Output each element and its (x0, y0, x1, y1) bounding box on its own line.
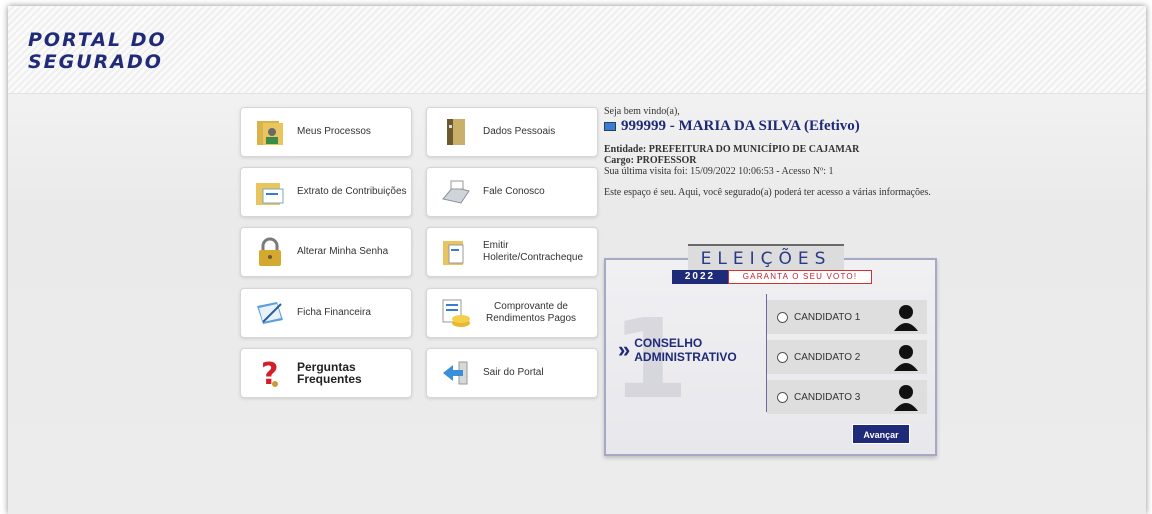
header: PORTAL DO SEGURADO (8, 6, 1146, 94)
candidate-option-2[interactable]: CANDIDATO 2 (767, 340, 927, 374)
logo-line2: SEGURADO (28, 51, 163, 72)
perguntas-frequentes-button[interactable]: ? Perguntas Frequentes (240, 348, 412, 398)
advance-button[interactable]: Avançar (852, 424, 910, 444)
question-icon: ? (253, 356, 287, 392)
comprovante-rendimentos-button[interactable]: Comprovante de Rendimentos Pagos (426, 288, 598, 338)
candidate-label: CANDIDATO 3 (794, 391, 861, 403)
user-name: 999999 - MARIA DA SILVA (Efetivo) (604, 118, 964, 135)
info-text: Este espaço é seu. Aqui, você segurado(a… (604, 187, 931, 198)
fax-icon (439, 175, 473, 209)
last-visit: Sua última visita foi: 15/09/2022 10:06:… (604, 166, 834, 177)
council-line2: ADMINISTRATIVO (634, 350, 737, 364)
comprovante-rendimentos-label: Comprovante de Rendimentos Pagos (485, 301, 577, 324)
council-line1: CONSELHO (634, 336, 703, 350)
coins-document-icon (439, 296, 473, 330)
candidate-label: CANDIDATO 1 (794, 311, 861, 323)
folder-person-icon (253, 115, 287, 149)
perguntas-frequentes-label: Perguntas Frequentes (297, 360, 362, 386)
person-icon (894, 385, 918, 411)
fale-conosco-button[interactable]: Fale Conosco (426, 167, 598, 217)
emitir-holerite-label: Emitir Holerite/Contracheque (483, 240, 584, 263)
sair-portal-label: Sair do Portal (483, 367, 544, 378)
candidate-option-3[interactable]: CANDIDATO 3 (767, 380, 927, 414)
ficha-financeira-button[interactable]: Ficha Financeira (240, 288, 412, 338)
candidate-label: CANDIDATO 2 (794, 351, 861, 363)
meus-processos-button[interactable]: Meus Processos (240, 107, 412, 157)
notebook-pen-icon (253, 296, 287, 330)
person-icon (894, 345, 918, 371)
folder-document-icon (253, 175, 287, 209)
candidate-list: CANDIDATO 1 CANDIDATO 2 CANDIDATO 3 (766, 294, 930, 414)
person-icon (894, 305, 918, 331)
council-heading: » CONSELHO ADMINISTRATIVO (618, 336, 737, 364)
radio-button[interactable] (777, 311, 788, 323)
logo-line1: PORTAL DO (28, 29, 167, 51)
double-chevron-icon: » (618, 337, 631, 362)
ficha-financeira-label: Ficha Financeira (297, 307, 371, 318)
greeting: Seja bem vindo(a), (604, 106, 680, 117)
election-slogan: GARANTA O SEU VOTO! (728, 270, 872, 284)
dados-pessoais-button[interactable]: Dados Pessoais (426, 107, 598, 157)
binder-icon (439, 115, 473, 149)
role: Cargo: PROFESSOR (604, 155, 697, 166)
alterar-senha-label: Alterar Minha Senha (297, 246, 389, 257)
radio-button[interactable] (777, 391, 788, 403)
portal-logo[interactable]: PORTAL DO SEGURADO (26, 28, 216, 73)
election-year: 2022 (672, 270, 728, 284)
lock-icon (253, 235, 287, 269)
candidate-option-1[interactable]: CANDIDATO 1 (767, 300, 927, 334)
exit-arrow-icon (439, 356, 473, 390)
fale-conosco-label: Fale Conosco (483, 186, 545, 197)
user-name-text: 999999 - MARIA DA SILVA (Efetivo) (621, 118, 860, 134)
emitir-holerite-button[interactable]: Emitir Holerite/Contracheque (426, 227, 598, 277)
alterar-senha-button[interactable]: Alterar Minha Senha (240, 227, 412, 277)
id-card-icon (604, 122, 616, 131)
welcome-panel: Seja bem vindo(a), 999999 - MARIA DA SIL… (604, 106, 964, 198)
extrato-contribuicoes-button[interactable]: Extrato de Contribuições (240, 167, 412, 217)
radio-button[interactable] (777, 351, 788, 363)
election-title: ELEIÇÕES (688, 244, 844, 270)
meus-processos-label: Meus Processos (297, 126, 371, 137)
entity: Entidade: PREFEITURA DO MUNICÍPIO DE CAJ… (604, 144, 860, 155)
extrato-contribuicoes-label: Extrato de Contribuições (297, 186, 407, 197)
dados-pessoais-label: Dados Pessoais (483, 126, 556, 137)
folder-doc-icon (439, 235, 473, 269)
sair-portal-button[interactable]: Sair do Portal (426, 348, 598, 398)
